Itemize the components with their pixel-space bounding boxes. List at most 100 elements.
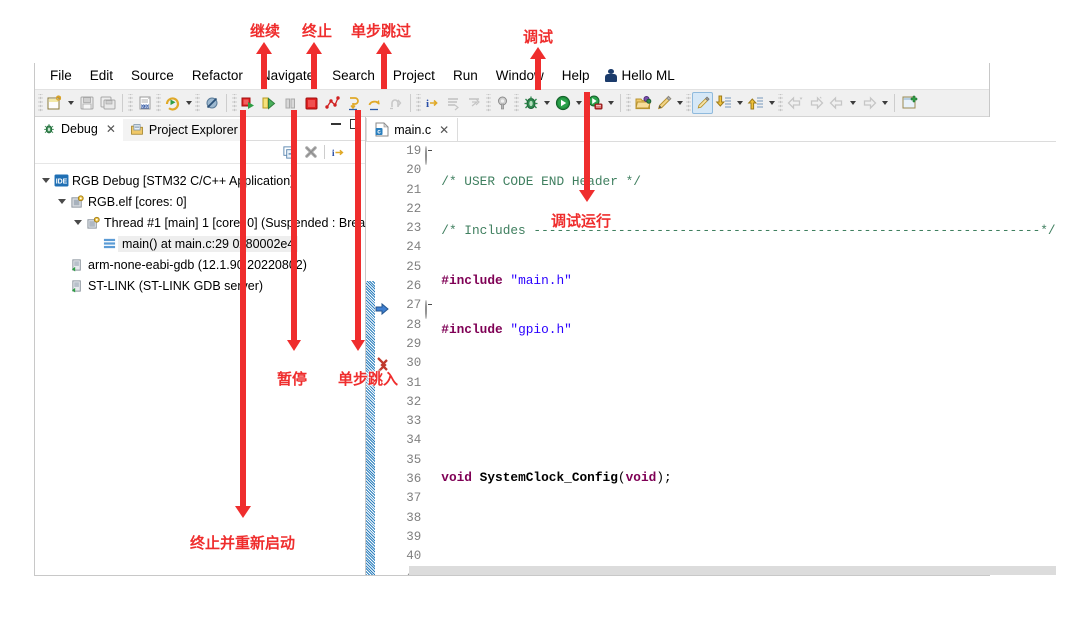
relaunch-icon[interactable]: i (331, 145, 347, 160)
code-text[interactable]: /* USER CODE END Header */ /* Includes -… (437, 142, 1055, 575)
import-icon[interactable] (713, 92, 734, 114)
local-toolbar-separator (324, 145, 326, 159)
step-over-run-icon[interactable] (259, 92, 280, 114)
menu-item-source[interactable]: Source (122, 66, 183, 86)
toolbar-drag-handle[interactable] (38, 94, 43, 112)
tab-main-c-label: main.c (394, 122, 432, 137)
table-row[interactable]: RGB.elf [cores: 0] (35, 191, 365, 212)
new-wizard-dropdown[interactable] (65, 92, 76, 114)
editor-area[interactable]: 19 20 21 22 23 24 25 26 27 28 29 30 31 3… (366, 142, 1056, 575)
build-all-icon[interactable] (492, 92, 513, 114)
pencil-icon[interactable] (653, 92, 674, 114)
build-icon[interactable]: 010 (134, 92, 155, 114)
code-line: /* USER CODE END Header */ (441, 174, 641, 189)
back-dropdown[interactable] (847, 92, 858, 114)
toolbar-drag-handle[interactable] (195, 94, 200, 112)
collapse-all-icon[interactable] (282, 145, 297, 160)
marker-bar[interactable] (375, 142, 391, 575)
export-dropdown[interactable] (766, 92, 777, 114)
toolbar-separator (410, 94, 411, 112)
run-last-tool-icon[interactable] (162, 92, 183, 114)
editor-toggle-icon[interactable] (692, 92, 713, 114)
scrollbar-thumb[interactable] (409, 566, 1056, 575)
disconnect-icon[interactable] (322, 92, 343, 114)
toolbar-drag-handle[interactable] (416, 94, 421, 112)
menu-item-project[interactable]: Project (384, 66, 444, 86)
line-number: 29 (406, 336, 422, 351)
tab-debug[interactable]: Debug ✕ (35, 119, 123, 141)
table-row[interactable]: IDE RGB Debug [STM32 C/C++ Application] (35, 170, 365, 191)
toolbar-drag-handle[interactable] (156, 94, 161, 112)
menu-item-hello-ml[interactable]: Hello ML (599, 66, 684, 86)
main-toolbar: 010 i (35, 89, 989, 117)
line-number: 20 (406, 163, 422, 178)
debug-icon[interactable] (520, 92, 541, 114)
tab-main-c-close-icon[interactable]: ✕ (439, 123, 449, 137)
run-icon[interactable] (552, 92, 573, 114)
fold-collapse-icon[interactable] (425, 300, 428, 319)
tab-main-c[interactable]: c main.c ✕ (366, 118, 459, 141)
toolbar-drag-handle[interactable] (486, 94, 491, 112)
twisty-expanded-icon[interactable] (39, 178, 52, 183)
toolbar-drag-handle[interactable] (232, 94, 237, 112)
line-number: 27 (406, 298, 422, 313)
table-row[interactable]: Thread #1 [main] 1 [core: 0] (Suspended … (35, 212, 365, 233)
fold-collapse-icon[interactable] (425, 146, 428, 165)
menu-item-navigate[interactable]: Navigate (252, 66, 323, 86)
menu-item-run[interactable]: Run (444, 66, 487, 86)
table-row[interactable]: arm-none-eabi-gdb (12.1.90.20220802) (35, 254, 365, 275)
new-wizard-icon[interactable] (44, 92, 65, 114)
pencil-dropdown[interactable] (674, 92, 685, 114)
open-project-icon[interactable] (632, 92, 653, 114)
menu-item-file[interactable]: File (41, 66, 81, 86)
step-into-icon[interactable] (343, 92, 364, 114)
debug-view-local-toolbar: i (35, 141, 366, 164)
debug-dropdown[interactable] (541, 92, 552, 114)
code-line: #include "gpio.h" (441, 321, 572, 337)
toolbar-drag-handle[interactable] (514, 94, 519, 112)
toolbar-drag-handle[interactable] (686, 94, 691, 112)
menu-item-edit[interactable]: Edit (81, 66, 122, 86)
folding-column[interactable] (425, 142, 438, 575)
suspend-icon[interactable] (280, 92, 301, 114)
menu-item-search[interactable]: Search (323, 66, 384, 86)
menu-item-refactor[interactable]: Refactor (183, 66, 252, 86)
tab-project-explorer[interactable]: Project Explorer (122, 119, 245, 141)
table-row[interactable]: ST-LINK (ST-LINK GDB server) (35, 275, 365, 296)
external-tools-dropdown[interactable] (605, 92, 616, 114)
editor-horizontal-scrollbar[interactable] (409, 566, 1056, 575)
twisty-expanded-icon[interactable] (55, 199, 68, 204)
resume-icon[interactable] (238, 92, 259, 114)
line-number: 32 (406, 394, 422, 409)
debug-tree-label: Thread #1 [main] 1 [core: 0] (Suspended … (104, 215, 366, 230)
terminate-icon[interactable] (301, 92, 322, 114)
toolbar-drag-handle[interactable] (778, 94, 783, 112)
menu-item-window[interactable]: Window (487, 66, 553, 86)
forward-dropdown[interactable] (879, 92, 890, 114)
skip-all-breakpoints-icon[interactable] (201, 92, 222, 114)
tab-project-explorer-label: Project Explorer (148, 123, 238, 137)
debug-tree-label: arm-none-eabi-gdb (12.1.90.20220802) (88, 257, 307, 272)
tab-debug-close-icon[interactable]: ✕ (106, 122, 116, 136)
toolbar-drag-handle[interactable] (128, 94, 133, 112)
maximize-view-button[interactable] (350, 119, 362, 129)
export-icon[interactable] (745, 92, 766, 114)
annotation-ruler[interactable] (366, 142, 376, 575)
table-row[interactable]: main() at main.c:29 0x80002e4 (35, 233, 365, 254)
minimize-view-button[interactable] (331, 123, 342, 125)
external-tools-icon[interactable] (584, 92, 605, 114)
import-dropdown[interactable] (734, 92, 745, 114)
run-dropdown[interactable] (573, 92, 584, 114)
code-line: #include "main.h" (441, 272, 572, 288)
left-pane-tabbar: Debug ✕ Project Explorer (35, 117, 366, 141)
new-window-icon[interactable] (899, 92, 920, 114)
line-number: 34 (406, 433, 422, 448)
step-over-icon[interactable] (364, 92, 385, 114)
twisty-expanded-icon[interactable] (71, 220, 84, 225)
view-menu-icon[interactable] (353, 145, 361, 160)
run-last-tool-dropdown[interactable] (183, 92, 194, 114)
menu-item-help[interactable]: Help (553, 66, 599, 86)
toolbar-drag-handle[interactable] (626, 94, 631, 112)
instruction-stepping-icon[interactable]: i (422, 92, 443, 114)
annotation-label-continue: 继续 (250, 22, 281, 40)
